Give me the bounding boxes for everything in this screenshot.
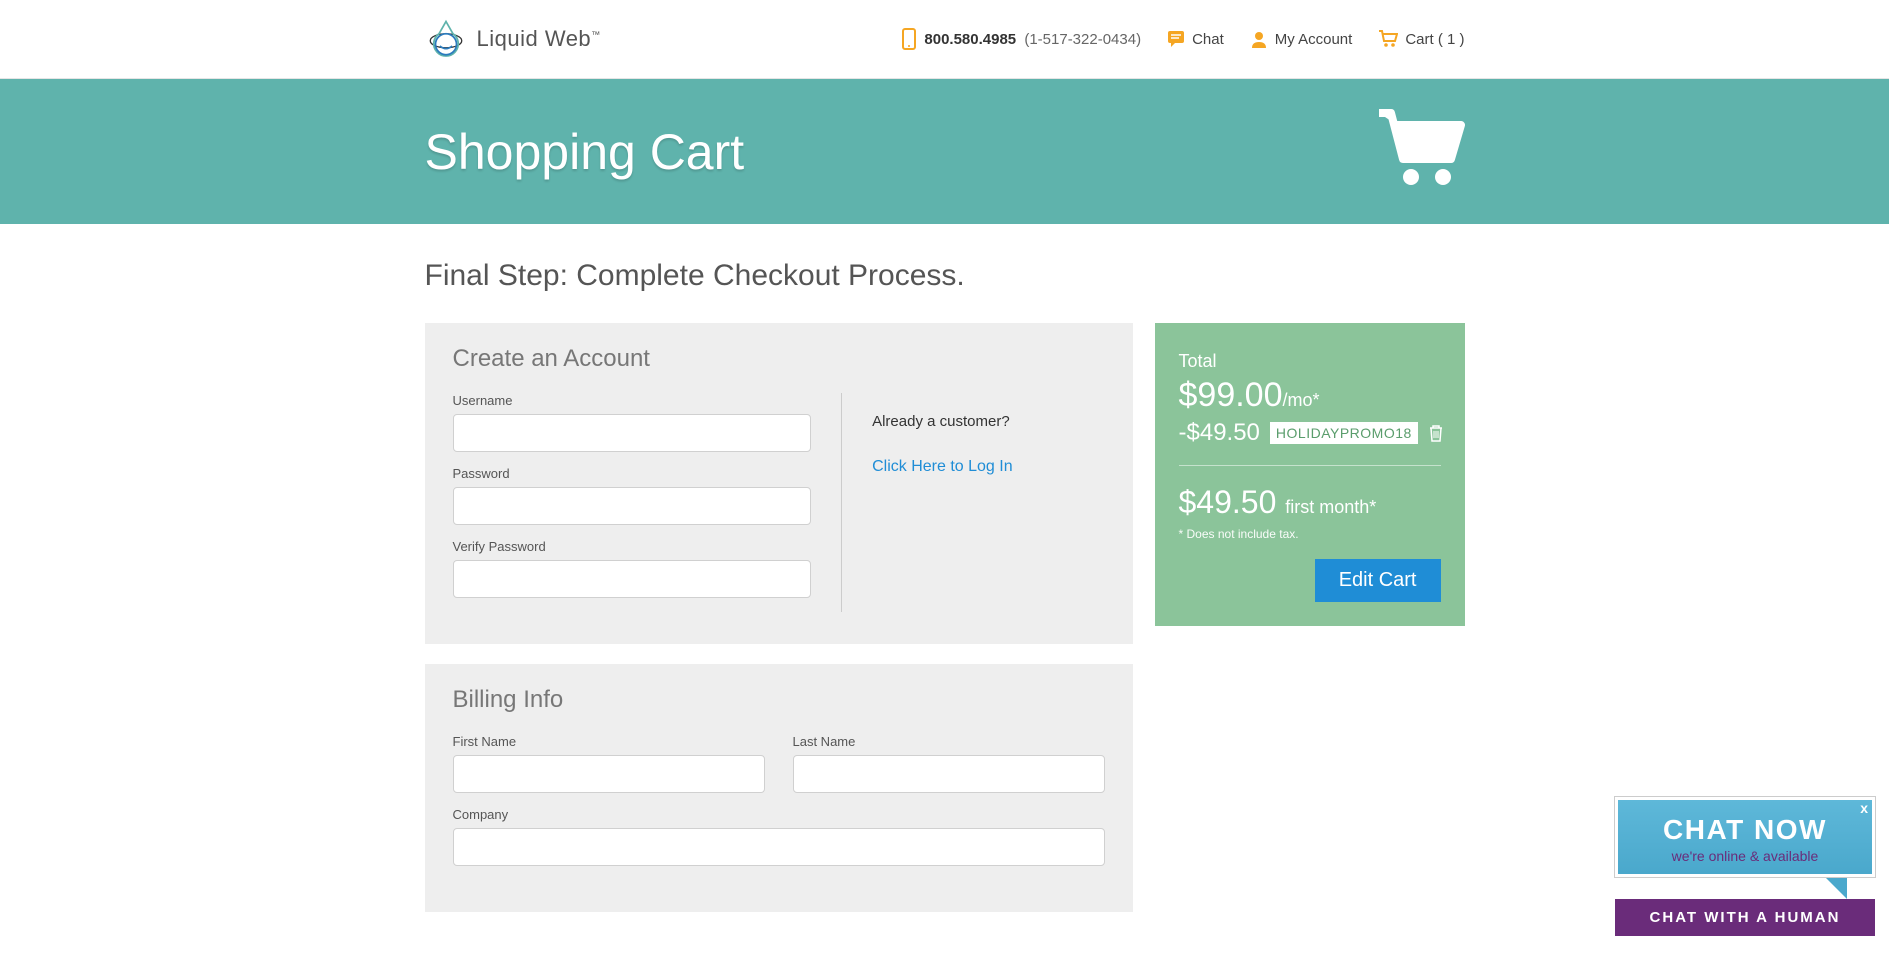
cart-link[interactable]: Cart ( 1 ) — [1378, 30, 1464, 48]
discount-amount: -$49.50 — [1179, 419, 1260, 447]
chat-now-subtitle: we're online & available — [1628, 848, 1862, 864]
password-input[interactable] — [453, 487, 812, 525]
login-link[interactable]: Click Here to Log In — [872, 458, 1013, 475]
cart-large-icon — [1375, 109, 1465, 194]
create-account-heading: Create an Account — [453, 345, 1105, 373]
chat-pointer-icon — [1825, 877, 1847, 899]
header: Liquid Web™ 800.580.4985 (1-517-322-0434… — [0, 0, 1889, 79]
tax-note: * Does not include tax. — [1179, 527, 1441, 541]
promo-code: HOLIDAYPROMO18 — [1270, 422, 1418, 444]
chat-human-button[interactable]: CHAT WITH A HUMAN — [1615, 899, 1875, 936]
last-name-label: Last Name — [793, 734, 1105, 749]
password-label: Password — [453, 466, 812, 481]
cart-icon — [1378, 30, 1398, 48]
remove-promo-button[interactable] — [1428, 424, 1444, 442]
chat-now-box[interactable]: x CHAT NOW we're online & available — [1615, 797, 1875, 877]
last-name-input[interactable] — [793, 755, 1105, 793]
discount-row: -$49.50 HOLIDAYPROMO18 — [1179, 419, 1441, 447]
first-name-label: First Name — [453, 734, 765, 749]
chat-close-button[interactable]: x — [1860, 800, 1868, 816]
chat-icon — [1167, 30, 1185, 48]
account-label: My Account — [1275, 31, 1353, 48]
user-icon — [1250, 30, 1268, 48]
header-nav: 800.580.4985 (1-517-322-0434) Chat My Ac… — [901, 28, 1464, 50]
phone-icon — [901, 28, 917, 50]
logo[interactable]: Liquid Web™ — [425, 18, 601, 60]
username-input[interactable] — [453, 414, 812, 452]
billing-panel: Billing Info First Name Last Name Compan… — [425, 664, 1133, 912]
main: Final Step: Complete Checkout Process. C… — [0, 224, 1889, 967]
company-input[interactable] — [453, 828, 1105, 866]
page-title: Final Step: Complete Checkout Process. — [425, 259, 1465, 293]
total-label: Total — [1179, 351, 1441, 372]
banner-title: Shopping Cart — [425, 123, 745, 181]
phone-link[interactable]: 800.580.4985 (1-517-322-0434) — [901, 28, 1141, 50]
chat-link[interactable]: Chat — [1167, 30, 1224, 48]
logo-icon — [425, 18, 467, 60]
billing-heading: Billing Info — [453, 686, 1105, 714]
edit-cart-button[interactable]: Edit Cart — [1315, 559, 1441, 602]
verify-password-label: Verify Password — [453, 539, 812, 554]
chat-widget: x CHAT NOW we're online & available CHAT… — [1615, 797, 1875, 936]
account-link[interactable]: My Account — [1250, 30, 1353, 48]
final-amount: $49.50 first month* — [1179, 484, 1441, 521]
cart-count: Cart ( 1 ) — [1405, 31, 1464, 48]
trash-icon — [1428, 424, 1444, 442]
chat-label: Chat — [1192, 31, 1224, 48]
verify-password-input[interactable] — [453, 560, 812, 598]
company-label: Company — [453, 807, 1105, 822]
order-summary: Total $99.00/mo* -$49.50 HOLIDAYPROMO18 … — [1155, 323, 1465, 626]
create-account-panel: Create an Account Username Password — [425, 323, 1133, 644]
chat-now-title: CHAT NOW — [1628, 814, 1862, 846]
logo-text: Liquid Web™ — [477, 26, 601, 52]
already-customer-text: Already a customer? — [872, 413, 1104, 430]
username-label: Username — [453, 393, 812, 408]
total-amount: $99.00/mo* — [1179, 376, 1441, 415]
banner: Shopping Cart — [0, 79, 1889, 224]
first-name-input[interactable] — [453, 755, 765, 793]
phone-number: 800.580.4985 (1-517-322-0434) — [924, 31, 1141, 48]
